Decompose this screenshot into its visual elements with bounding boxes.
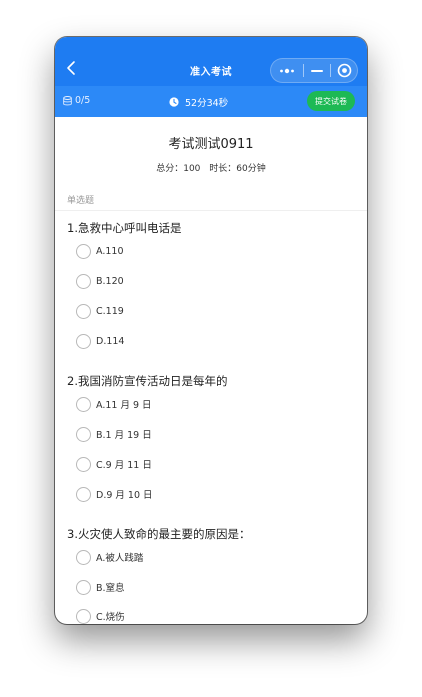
- more-dots-icon: [280, 68, 294, 73]
- total-score: 总分：100: [156, 164, 201, 174]
- exam-duration: 时长：60分钟: [209, 164, 266, 174]
- exam-title: 考试测试0911: [168, 137, 254, 152]
- radio-button[interactable]: [76, 333, 91, 349]
- option-label: A.11 月 9 日: [96, 400, 152, 411]
- radio-button[interactable]: [76, 243, 91, 259]
- option-label: B.120: [96, 275, 124, 287]
- radio-button[interactable]: [76, 396, 91, 412]
- radio-button[interactable]: [76, 303, 91, 319]
- option-item[interactable]: B.窒息: [76, 578, 125, 596]
- exam-meta: 总分：100 时长：60分钟: [55, 161, 367, 174]
- option-label: C.烧伤: [96, 612, 125, 623]
- option-item[interactable]: D.9 月 10 日: [76, 485, 153, 503]
- exam-status-bar: 0/5 52分34秒 提交试卷: [55, 86, 367, 117]
- clock-icon: [169, 97, 179, 107]
- radio-button[interactable]: [76, 273, 91, 289]
- target-close-icon: [337, 63, 351, 78]
- section-divider: [55, 210, 367, 211]
- radio-button[interactable]: [76, 426, 91, 442]
- option-label: A.被人践踏: [96, 553, 144, 564]
- submit-exam-button[interactable]: 提交试卷: [307, 91, 355, 111]
- option-item[interactable]: A.110: [76, 242, 123, 260]
- option-label: B.窒息: [96, 583, 125, 594]
- option-item[interactable]: C.9 月 11 日: [76, 455, 152, 473]
- radio-button[interactable]: [76, 456, 91, 472]
- nav-bar: 准入考试: [55, 37, 367, 86]
- radio-button[interactable]: [76, 608, 91, 624]
- question-title: 1.急救中心呼叫电话是: [67, 221, 182, 235]
- option-item[interactable]: C.烧伤: [76, 607, 125, 624]
- option-item[interactable]: B.1 月 19 日: [76, 425, 152, 443]
- timer-text: 52分34秒: [185, 98, 229, 109]
- option-label: D.114: [96, 335, 125, 347]
- radio-button[interactable]: [76, 549, 91, 565]
- section-label: 单选题: [67, 196, 95, 206]
- minus-icon: [311, 69, 323, 72]
- option-item[interactable]: B.120: [76, 272, 124, 290]
- option-label: D.9 月 10 日: [96, 490, 153, 501]
- database-icon: [63, 95, 72, 105]
- close-button[interactable]: [331, 59, 357, 82]
- option-label: A.110: [96, 245, 124, 257]
- more-button[interactable]: [271, 59, 303, 82]
- question-title: 2.我国消防宣传活动日是每年的: [67, 374, 228, 388]
- radio-button[interactable]: [76, 579, 91, 595]
- phone-frame: 准入考试 0/5 52分34秒 提交试卷 考试测试0911 总分：100 时长：…: [55, 37, 367, 624]
- answer-progress: 0/5: [63, 95, 90, 106]
- option-item[interactable]: C.119: [76, 302, 124, 320]
- miniprogram-capsule: [270, 58, 358, 83]
- option-label: C.119: [96, 305, 124, 317]
- minimize-button[interactable]: [304, 59, 330, 82]
- question-title: 3.火灾使人致命的最主要的原因是：: [67, 527, 251, 541]
- option-item[interactable]: A.11 月 9 日: [76, 395, 152, 413]
- progress-text: 0/5: [75, 95, 91, 106]
- option-label: B.1 月 19 日: [96, 430, 152, 441]
- countdown-timer: 52分34秒: [169, 95, 228, 109]
- option-item[interactable]: A.被人践踏: [76, 548, 143, 566]
- option-label: C.9 月 11 日: [96, 460, 152, 471]
- radio-button[interactable]: [76, 486, 91, 502]
- option-item[interactable]: D.114: [76, 332, 124, 350]
